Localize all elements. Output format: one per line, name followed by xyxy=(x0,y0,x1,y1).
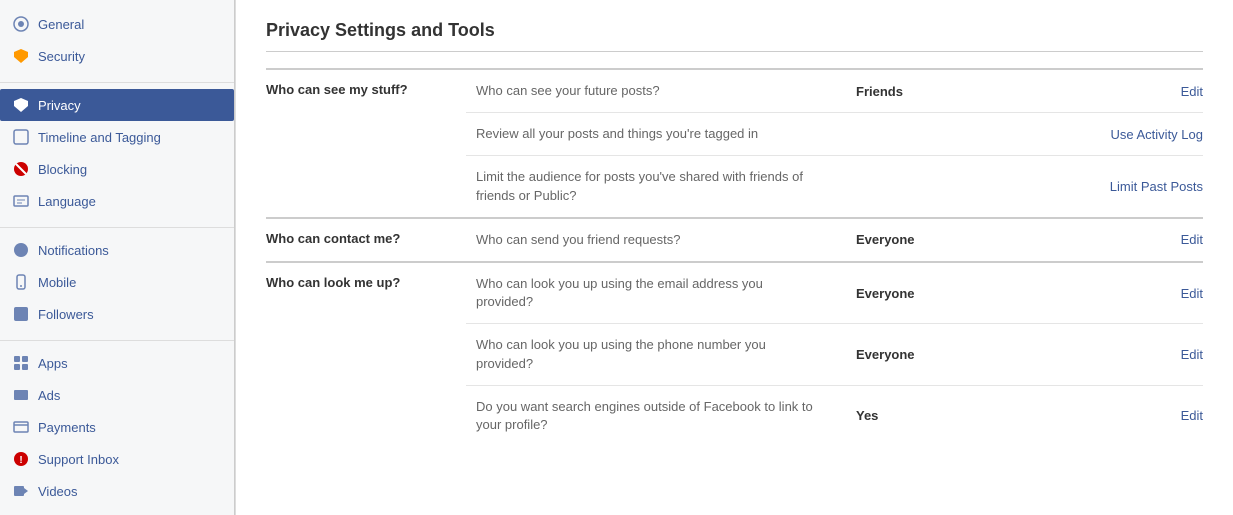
edit-link[interactable]: Edit xyxy=(1181,84,1203,99)
limit-posts-link[interactable]: Limit Past Posts xyxy=(1110,179,1203,194)
row-value: Everyone xyxy=(836,218,956,262)
lock-icon xyxy=(12,96,30,114)
sidebar-label-support: Support Inbox xyxy=(38,452,119,467)
sidebar-label-apps: Apps xyxy=(38,356,68,371)
sidebar-label-blocking: Blocking xyxy=(38,162,87,177)
section-header-look-me-up: Who can look me up? xyxy=(266,262,466,446)
sidebar-item-videos[interactable]: Videos xyxy=(0,475,234,507)
row-value xyxy=(836,113,956,156)
table-row: Who can see my stuff? Who can see your f… xyxy=(266,69,1203,113)
sidebar-item-blocking[interactable]: Blocking xyxy=(0,153,234,185)
section-header-contact-me: Who can contact me? xyxy=(266,218,466,262)
sidebar-item-mobile[interactable]: Mobile xyxy=(0,266,234,298)
row-action: Edit xyxy=(956,324,1203,385)
ads-icon xyxy=(12,386,30,404)
sidebar-item-support[interactable]: ! Support Inbox xyxy=(0,443,234,475)
payments-icon xyxy=(12,418,30,436)
sidebar-label-followers: Followers xyxy=(38,307,94,322)
sidebar-section-privacy: Privacy Timeline and Tagging Blocking xyxy=(0,89,234,221)
sidebar-item-general[interactable]: General xyxy=(0,8,234,40)
sidebar-item-timeline[interactable]: Timeline and Tagging xyxy=(0,121,234,153)
sidebar-label-timeline: Timeline and Tagging xyxy=(38,130,161,145)
sidebar-section-apps: Apps Ads Payments xyxy=(0,347,234,511)
sidebar-item-followers[interactable]: Followers xyxy=(0,298,234,330)
edit-link[interactable]: Edit xyxy=(1181,347,1203,362)
svg-text:!: ! xyxy=(19,455,22,466)
sidebar-label-payments: Payments xyxy=(38,420,96,435)
sidebar-item-ads[interactable]: Ads xyxy=(0,379,234,411)
block-icon xyxy=(12,160,30,178)
sidebar-label-notifications: Notifications xyxy=(38,243,109,258)
sidebar-label-mobile: Mobile xyxy=(38,275,76,290)
row-description: Who can look you up using the email addr… xyxy=(466,262,836,324)
row-description: Do you want search engines outside of Fa… xyxy=(466,385,836,446)
row-value xyxy=(836,156,956,218)
row-action: Edit xyxy=(956,218,1203,262)
edit-link[interactable]: Edit xyxy=(1181,232,1203,247)
sidebar-item-payments[interactable]: Payments xyxy=(0,411,234,443)
gear-icon xyxy=(12,15,30,33)
row-description: Limit the audience for posts you've shar… xyxy=(466,156,836,218)
section-contact-me: Who can contact me? Who can send you fri… xyxy=(266,218,1203,262)
sidebar-label-ads: Ads xyxy=(38,388,60,403)
sidebar-label-language: Language xyxy=(38,194,96,209)
sidebar-label-privacy: Privacy xyxy=(38,98,81,113)
language-icon xyxy=(12,192,30,210)
settings-table: Who can see my stuff? Who can see your f… xyxy=(266,68,1203,446)
sidebar-item-security[interactable]: Security xyxy=(0,40,234,72)
row-value: Everyone xyxy=(836,262,956,324)
sidebar-label-security: Security xyxy=(38,49,85,64)
row-action: Edit xyxy=(956,262,1203,324)
sidebar: General Security Privacy xyxy=(0,0,235,515)
main-content: Privacy Settings and Tools Who can see m… xyxy=(235,0,1233,515)
sidebar-item-apps[interactable]: Apps xyxy=(0,347,234,379)
section-look-me-up: Who can look me up? Who can look you up … xyxy=(266,262,1203,446)
row-action: Use Activity Log xyxy=(956,113,1203,156)
row-action: Limit Past Posts xyxy=(956,156,1203,218)
row-value: Everyone xyxy=(836,324,956,385)
row-description: Who can look you up using the phone numb… xyxy=(466,324,836,385)
sidebar-item-language[interactable]: Language xyxy=(0,185,234,217)
row-action: Edit xyxy=(956,69,1203,113)
edit-link[interactable]: Edit xyxy=(1181,286,1203,301)
mobile-icon xyxy=(12,273,30,291)
edit-link[interactable]: Edit xyxy=(1181,408,1203,423)
table-row: Who can contact me? Who can send you fri… xyxy=(266,218,1203,262)
support-icon: ! xyxy=(12,450,30,468)
followers-icon xyxy=(12,305,30,323)
row-description: Review all your posts and things you're … xyxy=(466,113,836,156)
row-action: Edit xyxy=(956,385,1203,446)
page-title: Privacy Settings and Tools xyxy=(266,20,1203,52)
row-description: Who can send you friend requests? xyxy=(466,218,836,262)
section-header-see-stuff: Who can see my stuff? xyxy=(266,69,466,218)
table-row: Who can look me up? Who can look you up … xyxy=(266,262,1203,324)
row-description: Who can see your future posts? xyxy=(466,69,836,113)
shield-icon xyxy=(12,47,30,65)
sidebar-label-videos: Videos xyxy=(38,484,78,499)
sidebar-section-account: General Security xyxy=(0,8,234,76)
timeline-icon xyxy=(12,128,30,146)
activity-log-link[interactable]: Use Activity Log xyxy=(1111,127,1204,142)
notification-icon xyxy=(12,241,30,259)
row-value: Friends xyxy=(836,69,956,113)
apps-icon xyxy=(12,354,30,372)
sidebar-item-notifications[interactable]: Notifications xyxy=(0,234,234,266)
section-see-stuff: Who can see my stuff? Who can see your f… xyxy=(266,69,1203,218)
videos-icon xyxy=(12,482,30,500)
sidebar-item-privacy[interactable]: Privacy xyxy=(0,89,234,121)
sidebar-section-notifications: Notifications Mobile Followers xyxy=(0,234,234,334)
row-value: Yes xyxy=(836,385,956,446)
sidebar-label-general: General xyxy=(38,17,84,32)
